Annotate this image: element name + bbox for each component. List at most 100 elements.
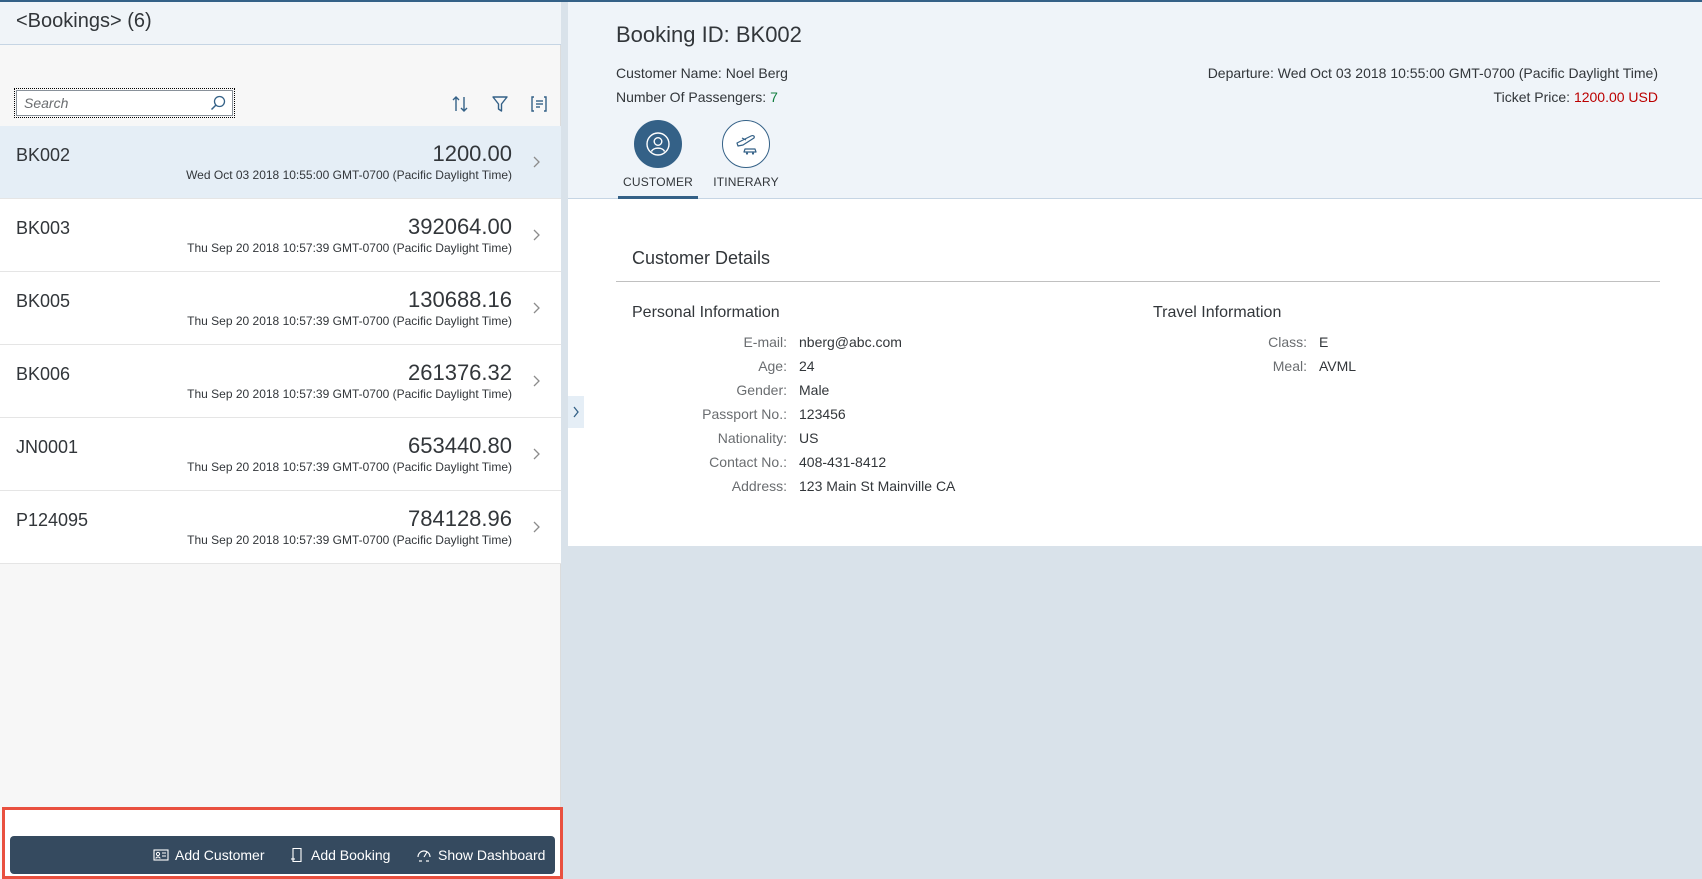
booking-id: BK006 bbox=[16, 364, 71, 384]
chevron-right-icon bbox=[533, 302, 540, 314]
field-value: AVML bbox=[1319, 358, 1357, 374]
section-title: Customer Details bbox=[632, 248, 771, 268]
sort-icon bbox=[452, 96, 468, 112]
ticket-price-label: Ticket Price: bbox=[1493, 89, 1571, 105]
travel-information-title: Travel Information bbox=[1153, 304, 1282, 321]
form-row: Contact No.: 408-431-8412 bbox=[568, 454, 1702, 474]
field-value: E bbox=[1319, 334, 1329, 350]
field-value: 123 Main St Mainville CA bbox=[799, 478, 956, 494]
list-item[interactable]: BK002 1200.00 Wed Oct 03 2018 10:55:00 GMT… bbox=[0, 126, 561, 199]
booking-date: Thu Sep 20 2018 10:57:39 GMT-0700 (Pacif… bbox=[187, 533, 512, 547]
filter-icon bbox=[492, 96, 508, 112]
booking-id: P124095 bbox=[16, 510, 89, 530]
field-value: 408-431-8412 bbox=[799, 454, 887, 470]
customer-name-value: Noel Berg bbox=[725, 65, 788, 81]
detail-header: Booking ID: BK002 Customer Name: Noel Be… bbox=[568, 2, 1702, 199]
field-value: US bbox=[799, 430, 819, 446]
form-row: Class: E bbox=[568, 334, 1702, 354]
booking-date: Thu Sep 20 2018 10:57:39 GMT-0700 (Pacif… bbox=[187, 387, 512, 401]
list-item[interactable]: P124095 784128.96 Thu Sep 20 2018 10:57:39… bbox=[0, 491, 561, 564]
master-footer: Add Customer Add Booking Show Dashboard bbox=[2, 807, 563, 879]
master-title: <Bookings> (6) bbox=[16, 10, 152, 32]
booking-amount: 1200.00 bbox=[432, 141, 512, 166]
field-label: Contact No.: bbox=[709, 454, 787, 470]
booking-amount: 130688.16 bbox=[408, 287, 512, 312]
booking-amount: 784128.96 bbox=[408, 506, 512, 531]
chevron-right-icon bbox=[533, 448, 540, 460]
tab-itinerary-label: ITINERARY bbox=[713, 175, 779, 189]
form-row: Nationality: US bbox=[568, 430, 1702, 450]
field-label: Passport No.: bbox=[702, 406, 787, 422]
dashboard-icon bbox=[417, 850, 431, 862]
booking-date: Wed Oct 03 2018 10:55:00 GMT-0700 (Pacif… bbox=[186, 168, 512, 182]
master-pane: <Bookings> (6) BK002 1200.00 Wed Oct 03 20… bbox=[0, 2, 561, 879]
form-row: Gender: Male bbox=[568, 382, 1702, 402]
add-customer-label: Add Customer bbox=[175, 847, 265, 863]
list-item[interactable]: BK003 392064.00 Thu Sep 20 2018 10:57:39 G… bbox=[0, 199, 561, 272]
booking-date: Thu Sep 20 2018 10:57:39 GMT-0700 (Pacif… bbox=[187, 314, 512, 328]
tab-customer-circle bbox=[634, 120, 682, 168]
chevron-right-icon bbox=[533, 375, 540, 387]
sort-button[interactable] bbox=[448, 92, 472, 116]
itinerary-icon bbox=[736, 135, 757, 155]
personal-information-title: Personal Information bbox=[632, 304, 780, 321]
search-input[interactable] bbox=[17, 91, 207, 115]
group-button[interactable] bbox=[527, 92, 551, 116]
booking-id: BK005 bbox=[16, 291, 71, 311]
booking-id: BK002 bbox=[16, 145, 71, 165]
booking-id: BK003 bbox=[16, 218, 71, 238]
add-customer-icon bbox=[153, 849, 169, 861]
chevron-right-icon bbox=[533, 521, 540, 533]
booking-id: JN0001 bbox=[16, 437, 79, 457]
field-label: Class: bbox=[1268, 334, 1307, 350]
tab-customer[interactable]: CUSTOMER bbox=[618, 120, 698, 194]
passengers-label: Number Of Passengers: bbox=[616, 89, 767, 105]
show-dashboard-button[interactable]: Show Dashboard bbox=[416, 836, 545, 874]
chevron-right-icon bbox=[573, 406, 579, 418]
ticket-price-attribute: Ticket Price: 1200.00 USD bbox=[1494, 89, 1658, 105]
filter-button[interactable] bbox=[488, 92, 512, 116]
departure-label: Departure: bbox=[1207, 65, 1274, 81]
search-field[interactable] bbox=[14, 88, 235, 118]
list-item[interactable]: JN0001 653440.80 Thu Sep 20 2018 10:57:39 … bbox=[0, 418, 561, 491]
collapse-master-button[interactable] bbox=[568, 396, 584, 428]
ticket-price-value: 1200.00 USD bbox=[1573, 89, 1658, 105]
customer-name-attribute: Customer Name: Noel Berg bbox=[616, 65, 788, 81]
booking-date: Thu Sep 20 2018 10:57:39 GMT-0700 (Pacif… bbox=[187, 460, 512, 474]
passengers-attribute: Number Of Passengers: 7 bbox=[616, 89, 778, 105]
field-label: Meal: bbox=[1272, 358, 1307, 374]
customer-name-label: Customer Name: bbox=[616, 65, 722, 81]
add-booking-icon bbox=[291, 847, 302, 863]
add-customer-button[interactable]: Add Customer bbox=[153, 836, 264, 874]
show-dashboard-label: Show Dashboard bbox=[438, 847, 546, 863]
departure-attribute: Departure: Wed Oct 03 2018 10:55:00 GMT-… bbox=[1208, 65, 1658, 81]
list-item[interactable]: BK006 261376.32 Thu Sep 20 2018 10:57:39 G… bbox=[0, 345, 561, 418]
chevron-right-icon bbox=[533, 229, 540, 241]
section-divider bbox=[616, 281, 1660, 282]
search-icon[interactable] bbox=[210, 95, 226, 111]
footer-toolbar: Add Customer Add Booking Show Dashboard bbox=[10, 836, 555, 874]
passengers-value: 7 bbox=[770, 89, 778, 105]
field-label: Address: bbox=[731, 478, 787, 494]
booking-amount: 261376.32 bbox=[408, 360, 512, 385]
form-row: Meal: AVML bbox=[568, 358, 1702, 378]
field-label: Gender: bbox=[736, 382, 787, 398]
field-label: Nationality: bbox=[717, 430, 787, 446]
booking-date: Thu Sep 20 2018 10:57:39 GMT-0700 (Pacif… bbox=[187, 241, 512, 255]
form-row: Passport No.: 123456 bbox=[568, 406, 1702, 426]
field-value: 123456 bbox=[799, 406, 846, 422]
chevron-right-icon bbox=[533, 156, 540, 168]
booking-list: BK002 1200.00 Wed Oct 03 2018 10:55:00 GMT… bbox=[0, 126, 561, 564]
tab-itinerary[interactable]: ITINERARY bbox=[706, 120, 786, 194]
tab-customer-label: CUSTOMER bbox=[622, 175, 694, 189]
list-item[interactable]: BK005 130688.16 Thu Sep 20 2018 10:57:39 G… bbox=[0, 272, 561, 345]
booking-title: Booking ID: BK002 bbox=[616, 22, 802, 47]
booking-amount: 392064.00 bbox=[408, 214, 512, 239]
field-value: Male bbox=[799, 382, 830, 398]
add-booking-label: Add Booking bbox=[311, 847, 391, 863]
add-booking-button[interactable]: Add Booking bbox=[289, 836, 390, 874]
customer-details-section: Customer Details Personal Information Tr… bbox=[568, 199, 1702, 546]
customer-icon bbox=[646, 132, 670, 156]
tab-itinerary-circle bbox=[722, 120, 770, 168]
group-icon bbox=[531, 96, 547, 112]
